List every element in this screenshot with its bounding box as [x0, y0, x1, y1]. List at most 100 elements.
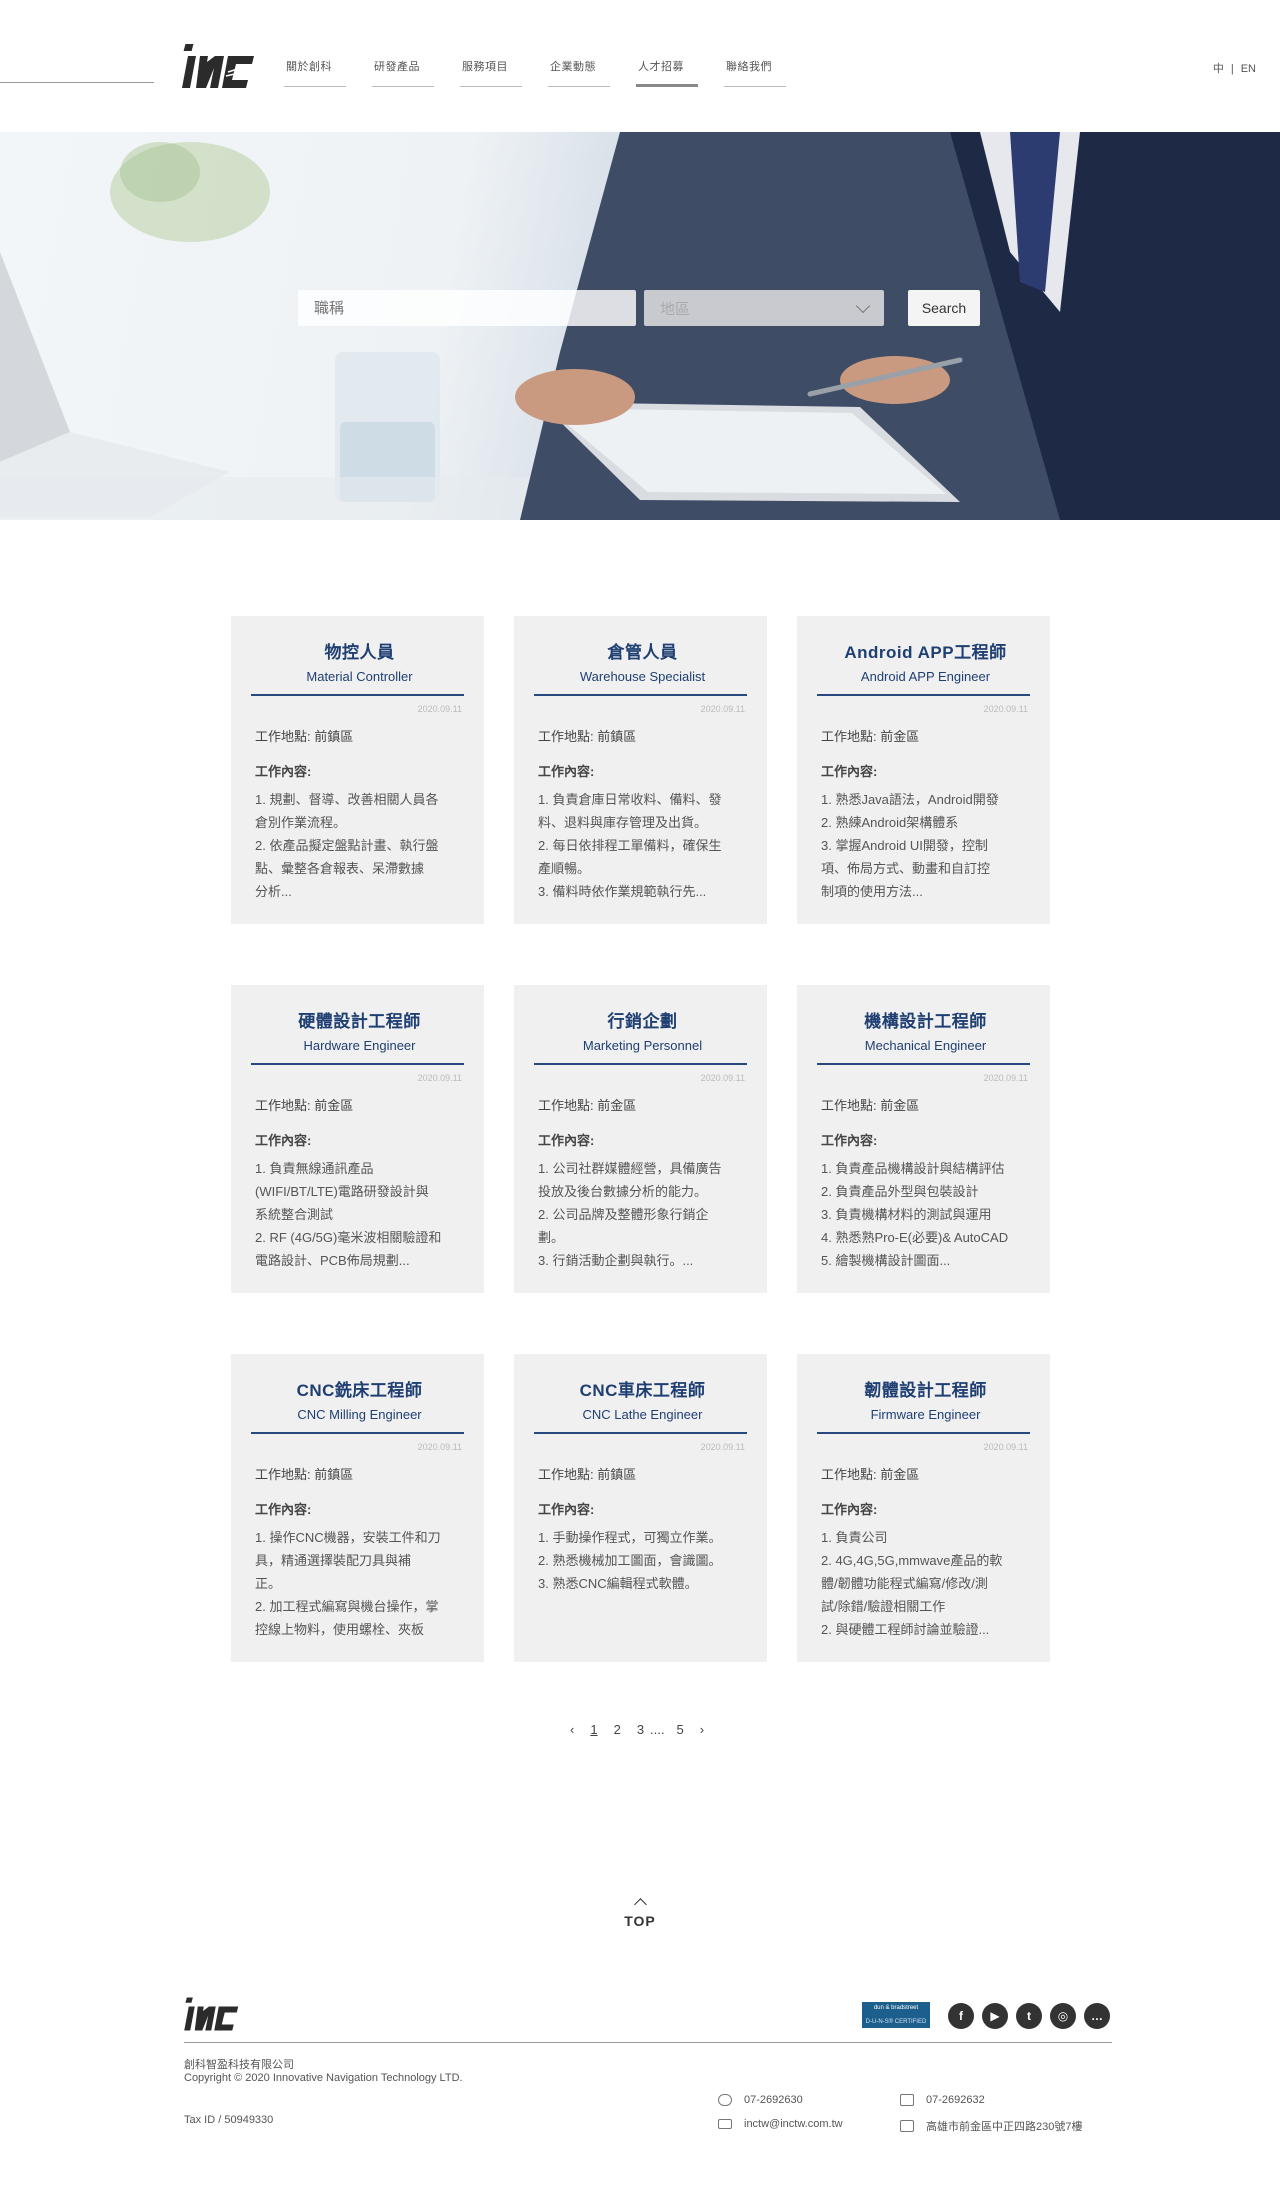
- chevron-down-icon: [855, 298, 871, 313]
- twitter-icon[interactable]: t: [1016, 2003, 1042, 2029]
- job-card[interactable]: Android APP工程師 Android APP Engineer 2020…: [797, 616, 1050, 924]
- job-description-label: 工作內容:: [538, 1133, 595, 1148]
- job-description-label: 工作內容:: [538, 764, 595, 779]
- social-links: f ▶ t ◎ …: [948, 2003, 1110, 2029]
- job-card[interactable]: 硬體設計工程師 Hardware Engineer 2020.09.11 工作地…: [231, 985, 484, 1293]
- job-divider: [817, 694, 1030, 696]
- job-subtitle: Mechanical Engineer: [864, 1038, 987, 1053]
- job-date: 2020.09.11: [700, 1073, 745, 1083]
- language-switcher: 中 | EN: [1213, 60, 1256, 76]
- copyright: Copyright © 2020 Innovative Navigation T…: [184, 2072, 463, 2084]
- region-select[interactable]: 地區: [644, 290, 884, 326]
- job-description-label: 工作內容:: [538, 1502, 595, 1517]
- job-card[interactable]: 倉管人員 Warehouse Specialist 2020.09.11 工作地…: [514, 616, 767, 924]
- job-description: 1. 手動操作程式，可獨立作業。 2. 熟悉機械加工圖面，會識圖。 3. 熟悉C…: [538, 1530, 722, 1591]
- job-title: 物控人員: [324, 643, 395, 662]
- job-divider: [534, 694, 747, 696]
- line-icon[interactable]: …: [1084, 2003, 1110, 2029]
- nav-services[interactable]: 服務項目: [460, 58, 522, 87]
- job-divider: [251, 1063, 464, 1065]
- job-description-label: 工作內容:: [255, 764, 312, 779]
- back-to-top-button[interactable]: TOP: [622, 1898, 658, 1929]
- search-button[interactable]: Search: [908, 290, 980, 326]
- job-description: 1. 操作CNC機器，安裝工件和刀 具，精通選擇裝配刀具與補 正。 2. 加工程…: [255, 1530, 441, 1637]
- job-description: 1. 負責產品機構設計與結構評估 2. 負責產品外型與包裝設計 3. 負責機構材…: [821, 1161, 1009, 1268]
- job-card[interactable]: 行銷企劃 Marketing Personnel 2020.09.11 工作地點…: [514, 985, 767, 1293]
- job-card[interactable]: CNC銑床工程師 CNC Milling Engineer 2020.09.11…: [231, 1354, 484, 1662]
- job-location: 工作地點: 前鎮區: [538, 729, 637, 744]
- fax-number: 07-2692632: [926, 2094, 985, 2106]
- job-card[interactable]: 機構設計工程師 Mechanical Engineer 2020.09.11 工…: [797, 985, 1050, 1293]
- job-description-label: 工作內容:: [821, 1133, 878, 1148]
- next-page-button[interactable]: ›: [700, 1722, 704, 1737]
- job-subtitle: Material Controller: [306, 669, 413, 684]
- fax-icon: [900, 2094, 914, 2106]
- job-description: 1. 熟悉Java語法，Android開發 2. 熟練Android架構體系 3…: [821, 792, 999, 899]
- email-address[interactable]: inctw@inctw.com.tw: [744, 2118, 843, 2130]
- region-select-value: 地區: [660, 300, 691, 318]
- job-description-label: 工作內容:: [255, 1502, 312, 1517]
- inc-logo[interactable]: [182, 42, 256, 90]
- lang-en-link[interactable]: EN: [1241, 63, 1256, 75]
- job-description-label: 工作內容:: [255, 1133, 312, 1148]
- page-link-3[interactable]: 3: [637, 1722, 644, 1737]
- prev-page-button[interactable]: ‹: [570, 1722, 574, 1737]
- job-date: 2020.09.11: [700, 704, 745, 714]
- phone-number[interactable]: 07-2692630: [744, 2094, 803, 2106]
- job-title-search-input[interactable]: [298, 290, 636, 326]
- job-location: 工作地點: 前鎮區: [538, 1467, 637, 1482]
- page-link-last[interactable]: 5: [677, 1722, 684, 1737]
- job-title: 行銷企劃: [607, 1012, 678, 1031]
- job-divider: [534, 1432, 747, 1434]
- facebook-icon[interactable]: f: [948, 2003, 974, 2029]
- job-date: 2020.09.11: [983, 1442, 1028, 1452]
- job-subtitle: CNC Milling Engineer: [297, 1407, 422, 1422]
- job-date: 2020.09.11: [417, 1073, 462, 1083]
- job-date: 2020.09.11: [417, 1442, 462, 1452]
- contact-address: 高雄市前金區中正四路230號7樓: [900, 2118, 1082, 2134]
- job-date: 2020.09.11: [983, 1073, 1028, 1083]
- job-divider: [817, 1432, 1030, 1434]
- job-subtitle: Hardware Engineer: [303, 1038, 416, 1053]
- nav-news[interactable]: 企業動態: [548, 58, 610, 87]
- job-date: 2020.09.11: [417, 704, 462, 714]
- job-divider: [251, 1432, 464, 1434]
- building-icon: [900, 2120, 914, 2132]
- job-divider: [534, 1063, 747, 1065]
- job-location: 工作地點: 前鎮區: [255, 729, 354, 744]
- back-to-top-label: TOP: [624, 1913, 656, 1929]
- lang-zh-link[interactable]: 中: [1213, 63, 1224, 75]
- duns-certified-badge[interactable]: dun & bradstreet D-U-N-S® CERTIFIED: [862, 2002, 930, 2028]
- nav-about[interactable]: 關於創科: [284, 58, 346, 87]
- dnb-line2: D-U-N-S® CERTIFIED: [865, 2019, 927, 2025]
- nav-careers[interactable]: 人才招募: [636, 58, 698, 87]
- job-subtitle: Warehouse Specialist: [579, 669, 706, 684]
- nav-contact[interactable]: 聯絡我們: [724, 58, 786, 87]
- job-description-label: 工作內容:: [821, 764, 878, 779]
- hero-banner: 地區 Search: [0, 132, 1280, 520]
- job-location: 工作地點: 前鎮區: [255, 1467, 354, 1482]
- instagram-icon[interactable]: ◎: [1050, 2003, 1076, 2029]
- job-card[interactable]: 韌體設計工程師 Firmware Engineer 2020.09.11 工作地…: [797, 1354, 1050, 1662]
- pagination: ‹ 1 2 3 .... 5 ›: [570, 1722, 704, 1737]
- page-link-1[interactable]: 1: [590, 1722, 597, 1737]
- site-header: 關於創科 研發產品 服務項目 企業動態 人才招募 聯絡我們 中 | EN: [0, 0, 1280, 130]
- job-subtitle: CNC Lathe Engineer: [582, 1407, 703, 1422]
- street-address: 高雄市前金區中正四路230號7樓: [926, 2121, 1083, 2133]
- page-link-2[interactable]: 2: [614, 1722, 621, 1737]
- job-title: CNC銑床工程師: [296, 1381, 423, 1400]
- job-subtitle: Firmware Engineer: [870, 1407, 981, 1422]
- job-date: 2020.09.11: [700, 1442, 745, 1452]
- header-rule: [0, 82, 154, 83]
- job-description: 1. 規劃、督導、改善相關人員各 倉別作業流程。 2. 依產品擬定盤點計畫、執行…: [255, 792, 439, 899]
- footer-divider: [184, 2042, 1112, 2043]
- chevron-up-icon: [633, 1898, 647, 1911]
- job-description: 1. 負責公司 2. 4G,4G,5G,mmwave產品的軟 體/韌體功能程式編…: [821, 1530, 1003, 1637]
- youtube-icon[interactable]: ▶: [982, 2003, 1008, 2029]
- job-card[interactable]: 物控人員 Material Controller 2020.09.11 工作地點…: [231, 616, 484, 924]
- footer-inc-logo[interactable]: [184, 1996, 240, 2032]
- job-location: 工作地點: 前金區: [538, 1098, 637, 1113]
- main-nav: 關於創科 研發產品 服務項目 企業動態 人才招募 聯絡我們: [284, 58, 812, 87]
- nav-products[interactable]: 研發產品: [372, 58, 434, 87]
- job-card[interactable]: CNC車床工程師 CNC Lathe Engineer 2020.09.11 工…: [514, 1354, 767, 1662]
